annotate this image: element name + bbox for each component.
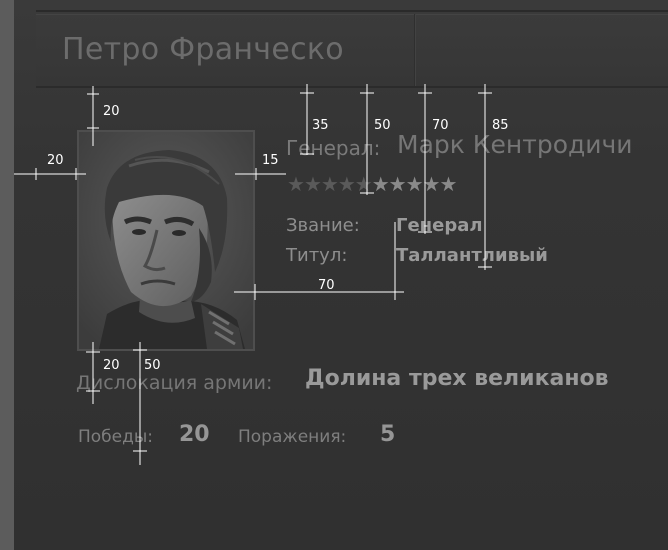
star-icon: ★ [371, 172, 390, 196]
title-bar-divider [414, 14, 415, 86]
star-icon: ★ [439, 172, 457, 196]
army-location-value: Долина трех великанов [305, 366, 609, 391]
window-left-edge [0, 0, 14, 550]
page-title: Петро Франческо [62, 32, 344, 67]
star-icon: ★ [422, 172, 441, 196]
rank-label: Звание: [286, 215, 360, 236]
title-value: Таллантливый [396, 245, 548, 266]
rank-value: Генерал [396, 215, 483, 236]
star-icon: ★ [388, 172, 407, 196]
star-icon: ★ [320, 172, 339, 196]
rating-stars: ★★★★★★★★★★ [287, 172, 457, 196]
wins-value: 20 [179, 422, 210, 447]
losses-label: Поражения: [238, 427, 347, 447]
star-icon: ★ [287, 172, 305, 196]
star-icon: ★ [354, 172, 373, 196]
losses-value: 5 [380, 422, 396, 447]
title-label: Титул: [286, 245, 348, 266]
star-icon: ★ [337, 172, 356, 196]
general-label: Генерал: [286, 136, 381, 160]
star-icon: ★ [405, 172, 424, 196]
commander-portrait [77, 130, 255, 351]
general-name: Марк Кентродичи [397, 130, 633, 159]
star-icon: ★ [303, 172, 322, 196]
title-bar: Петро Франческо [36, 14, 668, 88]
wins-label: Победы: [78, 427, 154, 447]
panel-top-border [36, 10, 668, 12]
army-location-label: Дислокация армии: [76, 372, 273, 394]
